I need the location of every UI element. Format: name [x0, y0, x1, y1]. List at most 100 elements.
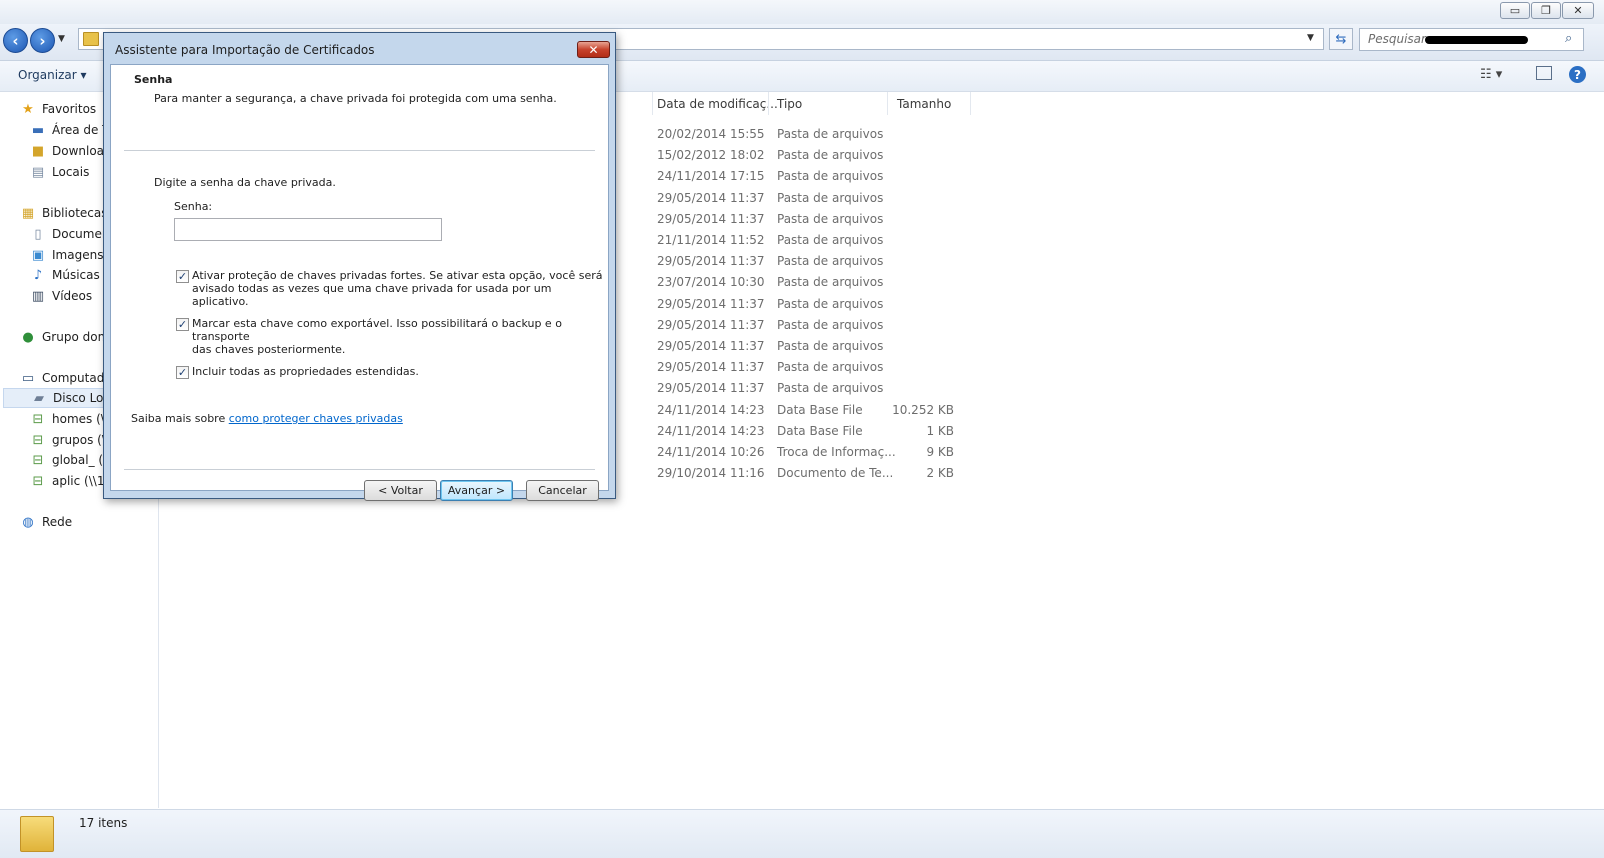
table-row[interactable]: 24/11/2014 14:23 Data Base File 1 KB [652, 421, 982, 442]
row-type: Pasta de arquivos [777, 233, 884, 247]
back-button[interactable]: < Voltar [364, 480, 437, 501]
extended-properties-checkbox[interactable]: ✓ [176, 366, 189, 379]
row-date-modified: 29/10/2014 11:16 [657, 466, 765, 481]
row-size: 9 KB [926, 445, 954, 459]
row-date-modified: 29/05/2014 11:37 [657, 360, 765, 375]
certificate-import-wizard-dialog: Assistente para Importação de Certificad… [103, 32, 616, 501]
table-row[interactable]: 29/10/2014 11:16 Documento de Te... 2 KB [652, 463, 982, 484]
restore-button[interactable]: ❐ [1531, 2, 1561, 19]
search-icon[interactable]: ⌕ [1565, 31, 1572, 46]
table-row[interactable]: 29/05/2014 11:37 Pasta de arquivos [652, 209, 982, 230]
table-row[interactable]: 23/07/2014 10:30 Pasta de arquivos [652, 272, 982, 293]
row-type: Data Base File [777, 402, 863, 417]
help-icon[interactable]: ? [1569, 66, 1586, 83]
row-date-modified: 29/05/2014 11:37 [657, 190, 765, 205]
next-button[interactable]: Avançar > [440, 480, 513, 501]
nav-item-videos[interactable]: ▥ Vídeos [30, 286, 104, 306]
nav-item-aplic[interactable]: ⊟aplic (\\10 [30, 471, 104, 491]
dialog-title: Assistente para Importação de Certificad… [115, 43, 375, 57]
close-window-button[interactable]: ✕ [1562, 2, 1594, 19]
table-row[interactable]: 20/02/2014 15:55 Pasta de arquivos [652, 124, 982, 145]
table-row[interactable]: 21/11/2014 11:52 Pasta de arquivos [652, 230, 982, 251]
computer-icon: ▭ [21, 370, 35, 386]
nav-item-places[interactable]: ▤ Locais [30, 162, 104, 182]
row-date-modified: 24/11/2014 10:26 [657, 445, 765, 459]
learn-more-text: Saiba mais sobre como proteger chaves pr… [131, 412, 403, 425]
header-divider [124, 150, 595, 151]
row-date-modified: 24/11/2014 14:23 [657, 423, 765, 438]
nav-network[interactable]: ◍ Rede [20, 512, 72, 532]
star-icon: ★ [22, 101, 34, 117]
nav-favorites[interactable]: ★ Favoritos [20, 99, 96, 119]
column-date-modified[interactable]: Data de modificaç... [657, 97, 778, 111]
row-date-modified: 24/11/2014 17:15 [657, 169, 765, 184]
table-row[interactable]: 29/05/2014 11:37 Pasta de arquivos [652, 315, 982, 336]
row-size: 1 KB [926, 423, 954, 438]
wizard-page-title: Senha [134, 73, 173, 86]
nav-item-local-disk[interactable]: ▰Disco Loc [3, 388, 104, 408]
column-size[interactable]: Tamanho [897, 97, 951, 111]
strong-protection-label: Ativar proteção de chaves privadas forte… [192, 269, 603, 308]
recent-pages-dropdown-icon[interactable]: ▼ [58, 34, 65, 44]
minimize-button[interactable]: ▭ [1500, 2, 1530, 19]
nav-item-documents[interactable]: ▯ Documen [30, 224, 104, 244]
nav-item-desktop[interactable]: ▬Área de Tr [30, 120, 104, 140]
library-icon: ▦ [21, 205, 35, 221]
table-row[interactable]: 24/11/2014 17:15 Pasta de arquivos [652, 166, 982, 187]
strong-protection-checkbox[interactable]: ✓ [176, 270, 189, 283]
password-label: Senha: [174, 200, 213, 213]
images-icon: ▣ [31, 247, 45, 263]
nav-libraries[interactable]: ▦ Bibliotecas [20, 203, 108, 223]
nav-computer[interactable]: ▭ Computad [20, 368, 104, 388]
network-drive-icon: ⊟ [32, 411, 44, 427]
table-row[interactable]: 29/05/2014 11:37 Pasta de arquivos [652, 251, 982, 272]
search-placeholder: Pesquisar [1368, 32, 1426, 46]
table-row[interactable]: 29/05/2014 11:37 Pasta de arquivos [652, 357, 982, 378]
cancel-button[interactable]: Cancelar [526, 480, 599, 501]
organize-button[interactable]: Organizar ▾ [18, 68, 87, 82]
table-row[interactable]: 29/05/2014 11:37 Pasta de arquivos [652, 188, 982, 209]
refresh-icon[interactable]: ⇆ [1329, 28, 1353, 50]
nav-item-downloads[interactable]: ■Download [30, 141, 104, 161]
nav-item-homes[interactable]: ⊟ homes (\\ [30, 409, 104, 429]
search-input[interactable]: Pesquisar ⌕ [1359, 28, 1584, 51]
row-type: Documento de Te... [777, 466, 894, 481]
row-type: Pasta de arquivos [777, 127, 884, 141]
row-type: Pasta de arquivos [777, 381, 884, 396]
table-row[interactable]: 29/05/2014 11:37 Pasta de arquivos [652, 294, 982, 315]
row-type: Pasta de arquivos [777, 148, 884, 163]
exportable-key-checkbox[interactable]: ✓ [176, 318, 189, 331]
nav-item-music[interactable]: ♪ Músicas [30, 265, 104, 285]
row-date-modified: 29/05/2014 11:37 [657, 339, 765, 353]
recent-places-icon: ▤ [31, 164, 45, 180]
address-dropdown-icon[interactable]: ▼ [1307, 33, 1314, 43]
column-separator [768, 92, 769, 115]
dialog-content: Senha Para manter a segurança, a chave p… [110, 64, 609, 491]
table-row[interactable]: 24/11/2014 14:23 Data Base File 10.252 KB [652, 400, 982, 421]
folder-icon [20, 816, 54, 852]
row-date-modified: 15/02/2012 18:02 [657, 148, 765, 163]
column-type[interactable]: Tipo [777, 97, 802, 111]
table-row[interactable]: 29/05/2014 11:37 Pasta de arquivos [652, 336, 982, 357]
row-type: Pasta de arquivos [777, 317, 884, 332]
table-row[interactable]: 15/02/2012 18:02 Pasta de arquivos [652, 145, 982, 166]
preview-pane-icon[interactable] [1536, 66, 1552, 80]
forward-arrow-icon[interactable]: › [30, 28, 55, 53]
nav-item-images[interactable]: ▣ Imagens [30, 245, 104, 265]
nav-homegroup[interactable]: ● Grupo dom [20, 327, 104, 347]
row-type: Pasta de arquivos [777, 190, 884, 205]
table-row[interactable]: 29/05/2014 11:37 Pasta de arquivos [652, 378, 982, 399]
nav-item-grupos[interactable]: ⊟grupos (\\ [30, 430, 104, 450]
videos-icon: ▥ [31, 288, 45, 304]
learn-more-link[interactable]: como proteger chaves privadas [229, 412, 403, 425]
network-drive-icon: ⊟ [32, 452, 44, 468]
row-date-modified: 29/05/2014 11:37 [657, 254, 765, 269]
password-prompt: Digite a senha da chave privada. [154, 176, 336, 189]
table-row[interactable]: 24/11/2014 10:26 Troca de Informaç... 9 KB [652, 442, 982, 463]
password-input[interactable] [174, 218, 442, 241]
row-type: Pasta de arquivos [777, 275, 884, 290]
back-arrow-icon[interactable]: ‹ [3, 28, 28, 53]
view-options-icon[interactable]: ☷ ▾ [1480, 67, 1502, 82]
dialog-close-button[interactable]: ✕ [577, 41, 610, 58]
nav-item-global[interactable]: ⊟global_ (\\ [30, 450, 104, 470]
